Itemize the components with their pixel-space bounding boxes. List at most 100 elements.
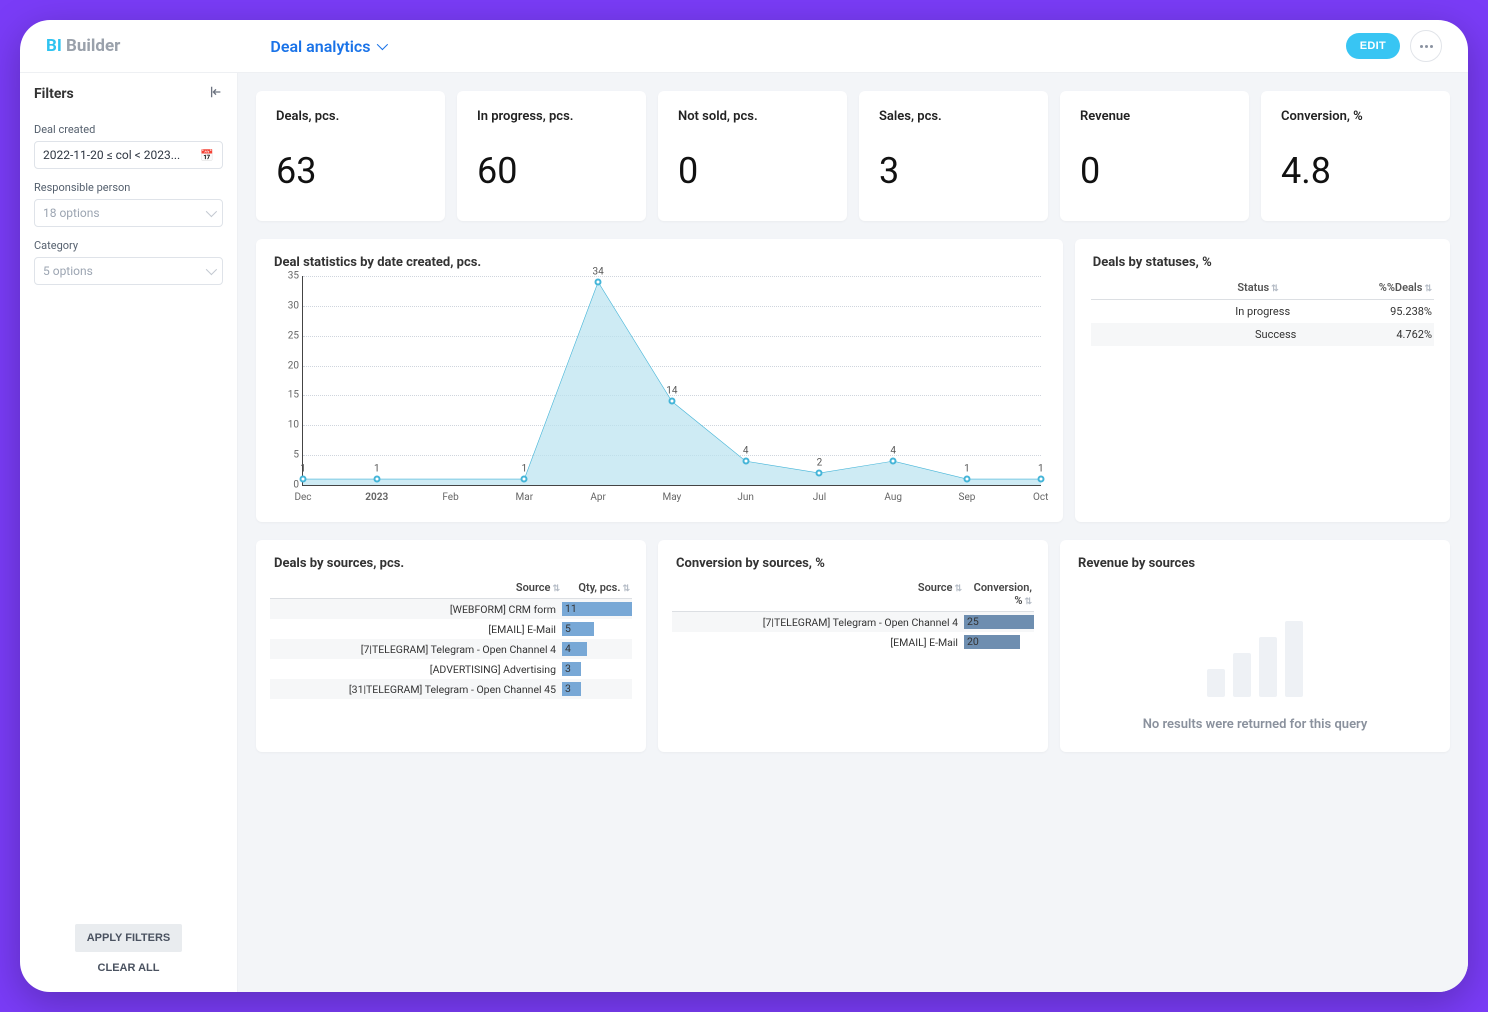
page-title-dropdown[interactable]: Deal analytics <box>270 37 384 56</box>
filter-responsible[interactable]: 18 options <box>34 199 223 227</box>
status-pct: 4.762% <box>1396 328 1432 341</box>
card-status-table: Deals by statuses, % Status⇅ %%Deals⇅ In… <box>1075 239 1450 522</box>
status-name: In progress <box>1093 305 1390 318</box>
filter-label-deal-created: Deal created <box>34 123 223 136</box>
line-chart-point[interactable] <box>1037 476 1044 483</box>
revenue-by-sources-title: Revenue by sources <box>1060 540 1450 577</box>
point-label: 1 <box>964 464 970 475</box>
status-table: Status⇅ %%Deals⇅ In progress95.238%Succe… <box>1075 276 1450 362</box>
bar-cell[interactable]: 5 <box>562 621 632 637</box>
x-tick: Aug <box>884 492 902 503</box>
x-tick: Jun <box>737 492 754 503</box>
logo-prefix: BI <box>46 36 66 56</box>
chevron-down-icon <box>206 264 217 275</box>
sort-icon: ⇅ <box>552 584 560 594</box>
conv-sources-head[interactable]: Source⇅ Conversion, %⇅ <box>672 577 1034 612</box>
kpi-label: Sales, pcs. <box>879 109 1028 124</box>
card-deals-by-sources: Deals by sources, pcs. Source⇅ Qty, pcs.… <box>256 540 646 752</box>
bar-cell[interactable]: 3 <box>562 681 632 697</box>
apply-filters-button[interactable]: APPLY FILTERS <box>75 924 183 952</box>
point-label: 1 <box>1038 464 1044 475</box>
filter-deal-created[interactable]: 2022-11-20 ≤ col < 2023... 📅 <box>34 141 223 169</box>
line-chart-point[interactable] <box>300 476 307 483</box>
deals-sources-head[interactable]: Source⇅ Qty, pcs.⇅ <box>270 577 632 599</box>
head-source: Source <box>516 581 551 594</box>
bar-row: [WEBFORM] CRM form11 <box>270 599 632 619</box>
kpi-card: Revenue 0 <box>1060 91 1249 221</box>
line-chart-point[interactable] <box>595 278 602 285</box>
bar-cell[interactable]: 20 <box>964 634 1034 650</box>
chevron-down-icon <box>376 39 387 50</box>
dot-icon <box>1420 45 1423 48</box>
kpi-value: 0 <box>1080 150 1229 192</box>
filter-category[interactable]: 5 options <box>34 257 223 285</box>
bar-cell[interactable]: 4 <box>562 641 632 657</box>
x-tick: Jul <box>813 492 826 503</box>
deals-by-sources-title: Deals by sources, pcs. <box>256 540 646 577</box>
edit-button[interactable]: EDIT <box>1346 33 1400 59</box>
bar-cell[interactable]: 25 <box>964 614 1034 630</box>
filter-category-placeholder: 5 options <box>43 264 93 278</box>
bar-row: [EMAIL] E-Mail5 <box>270 619 632 639</box>
x-tick: Apr <box>590 492 606 503</box>
filters-header: Filters <box>34 85 223 111</box>
logo-rest: Builder <box>66 36 120 56</box>
line-chart-point[interactable] <box>963 476 970 483</box>
deals-by-sources-table: Source⇅ Qty, pcs.⇅ [WEBFORM] CRM form11[… <box>256 577 646 715</box>
bar-label: [7|TELEGRAM] Telegram - Open Channel 4 <box>270 643 562 656</box>
kpi-card: Not sold, pcs.0 <box>658 91 847 221</box>
status-head-col2: %%Deals <box>1379 281 1423 294</box>
bar-value: 11 <box>565 601 577 617</box>
kpi-value: 3 <box>879 150 1028 192</box>
status-table-head[interactable]: Status⇅ %%Deals⇅ <box>1091 276 1434 300</box>
more-button[interactable] <box>1410 30 1442 62</box>
x-tick: Oct <box>1033 492 1048 503</box>
line-chart-point[interactable] <box>890 458 897 465</box>
bar-row: [ADVERTISING] Advertising3 <box>270 659 632 679</box>
line-chart-point[interactable] <box>373 476 380 483</box>
head-source: Source <box>918 581 953 594</box>
y-tick: 15 <box>275 390 299 401</box>
kpi-value: 63 <box>276 150 425 192</box>
bar-value: 3 <box>565 681 571 697</box>
point-label: 34 <box>592 267 603 278</box>
point-label: 4 <box>890 446 896 457</box>
kpi-label: Not sold, pcs. <box>678 109 827 124</box>
status-head-col1: Status <box>1237 281 1269 294</box>
y-tick: 20 <box>275 360 299 371</box>
collapse-sidebar-icon[interactable] <box>209 85 223 103</box>
x-tick: Mar <box>516 492 534 503</box>
line-chart-point[interactable] <box>521 476 528 483</box>
bar-label: [EMAIL] E-Mail <box>270 623 562 636</box>
point-label: 4 <box>743 446 749 457</box>
app-frame: BI Builder Deal analytics EDIT Filters <box>20 20 1468 992</box>
point-label: 1 <box>374 464 380 475</box>
status-table-title: Deals by statuses, % <box>1075 239 1450 276</box>
conversion-by-sources-title: Conversion by sources, % <box>658 540 1048 577</box>
line-chart-point[interactable] <box>742 458 749 465</box>
line-chart-title: Deal statistics by date created, pcs. <box>256 239 1063 276</box>
status-row: In progress95.238% <box>1091 300 1434 323</box>
bar-label: [31|TELEGRAM] Telegram - Open Channel 45 <box>270 683 562 696</box>
kpi-value: 60 <box>477 150 626 192</box>
bar-value: 20 <box>967 634 979 650</box>
filters-title: Filters <box>34 86 74 102</box>
line-chart[interactable]: 05101520253035Dec120231FebMar1Apr34May14… <box>272 276 1047 506</box>
card-conversion-by-sources: Conversion by sources, % Source⇅ Convers… <box>658 540 1048 752</box>
bar-cell[interactable]: 11 <box>562 601 632 617</box>
point-label: 1 <box>522 464 528 475</box>
card-revenue-by-sources: Revenue by sources No results were retur… <box>1060 540 1450 752</box>
topbar: BI Builder Deal analytics EDIT <box>20 20 1468 73</box>
line-chart-point[interactable] <box>816 470 823 477</box>
bar-row: [7|TELEGRAM] Telegram - Open Channel 425 <box>672 612 1034 632</box>
row-charts: Deal statistics by date created, pcs. 05… <box>256 239 1450 522</box>
sort-icon: ⇅ <box>954 584 962 594</box>
bar-row: [31|TELEGRAM] Telegram - Open Channel 45… <box>270 679 632 699</box>
line-chart-point[interactable] <box>668 398 675 405</box>
clear-filters-button[interactable]: CLEAR ALL <box>98 962 160 974</box>
x-tick: Sep <box>959 492 976 503</box>
bar-row: [7|TELEGRAM] Telegram - Open Channel 44 <box>270 639 632 659</box>
kpi-label: Revenue <box>1080 109 1229 124</box>
kpi-label: Deals, pcs. <box>276 109 425 124</box>
bar-cell[interactable]: 3 <box>562 661 632 677</box>
